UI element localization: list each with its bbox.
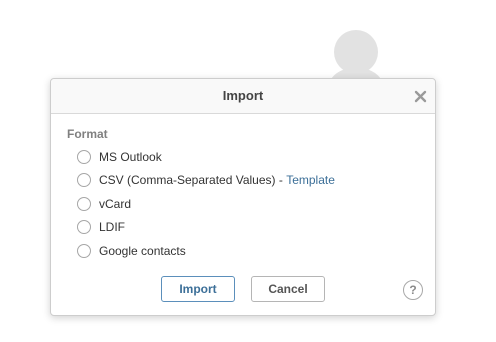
import-dialog: Import Format MS Outlook CSV (Comma-Sepa… — [50, 78, 436, 316]
option-ldif[interactable]: LDIF — [77, 218, 125, 236]
help-icon[interactable]: ? — [403, 280, 423, 300]
import-button[interactable]: Import — [161, 276, 235, 302]
radio-button[interactable] — [77, 150, 91, 164]
option-vcard[interactable]: vCard — [77, 195, 131, 213]
dialog-header: Import — [51, 79, 435, 114]
option-label: Google contacts — [99, 244, 186, 258]
cancel-button[interactable]: Cancel — [251, 276, 325, 302]
option-separator: - — [275, 173, 287, 187]
radio-button[interactable] — [77, 173, 91, 187]
template-link[interactable]: Template — [286, 173, 335, 187]
close-icon[interactable] — [414, 90, 427, 103]
radio-button[interactable] — [77, 197, 91, 211]
option-google-contacts[interactable]: Google contacts — [77, 242, 186, 260]
radio-button[interactable] — [77, 244, 91, 258]
option-ms-outlook[interactable]: MS Outlook — [77, 148, 162, 166]
option-csv[interactable]: CSV (Comma-Separated Values) - Template — [77, 171, 335, 189]
dialog-title: Import — [222, 88, 264, 103]
radio-button[interactable] — [77, 220, 91, 234]
option-label: MS Outlook — [99, 150, 162, 164]
option-label: LDIF — [99, 220, 126, 234]
format-label: Format — [67, 127, 108, 141]
option-label: vCard — [99, 197, 132, 211]
option-label: CSV (Comma-Separated Values) — [99, 173, 276, 187]
